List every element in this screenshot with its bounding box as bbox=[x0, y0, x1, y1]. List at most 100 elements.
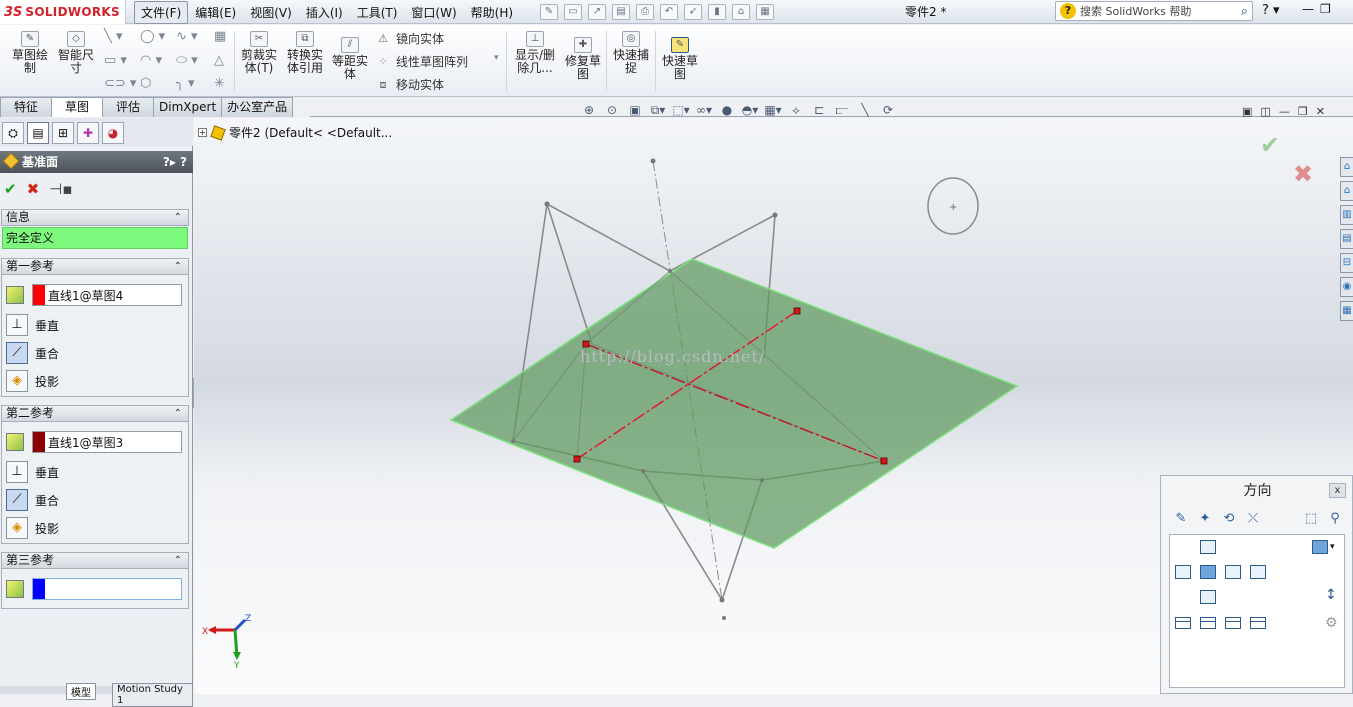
split-icon[interactable]: ◫ bbox=[1260, 105, 1270, 118]
centerline-icon[interactable]: ✳ bbox=[214, 76, 225, 91]
tab-office-products[interactable]: 办公室产品 bbox=[221, 97, 294, 117]
linear-pattern-button[interactable]: ⁘ 线性草图阵列 bbox=[376, 53, 468, 70]
ref1-coincident-option[interactable]: ⟋ 重合 bbox=[6, 342, 59, 364]
top-view-icon[interactable] bbox=[1200, 540, 1216, 554]
zoom-area-icon[interactable]: ⊙ bbox=[603, 102, 621, 118]
line-icon[interactable]: ╲ ▾ bbox=[104, 29, 122, 44]
ref3-section-header[interactable]: 第三参考 ⌃ bbox=[1, 552, 189, 569]
confirmation-cancel-icon[interactable]: ✖ bbox=[1293, 160, 1313, 188]
zoom-to-fit-icon[interactable]: ⊕ bbox=[580, 102, 598, 118]
two-view-vertical-icon[interactable] bbox=[1225, 617, 1241, 629]
restore-icon[interactable]: ❐ bbox=[1320, 2, 1331, 16]
apply-scene-icon[interactable]: ▦▾ bbox=[764, 102, 782, 118]
help-search-input[interactable]: ? 搜索 SolidWorks 帮助 ⌕ bbox=[1055, 1, 1253, 21]
view-orientation-icon[interactable]: ⬚▾ bbox=[672, 102, 690, 118]
open-icon[interactable]: ↗ bbox=[588, 4, 606, 20]
ref2-selection-box[interactable]: 直线1@草图3 bbox=[32, 431, 182, 453]
circle-icon[interactable]: ◯ ▾ bbox=[140, 29, 165, 44]
move-entities-button[interactable]: ⧈ 移动实体 bbox=[376, 76, 445, 93]
link-views-icon[interactable]: ⚙ bbox=[1325, 615, 1338, 631]
options-icon[interactable]: ▦ bbox=[756, 4, 774, 20]
convert-entities-button[interactable]: ⧉ 转换实 体引用 bbox=[284, 31, 326, 75]
rapid-sketch-button[interactable]: ✎ 快速草图 bbox=[658, 37, 702, 81]
quick-snaps-button[interactable]: ◎ 快速捕捉 bbox=[610, 31, 652, 75]
panel-help-icon[interactable]: ?▸ ? bbox=[163, 151, 187, 173]
custom-props-icon[interactable]: ▦ bbox=[1340, 301, 1353, 321]
new-icon[interactable]: ▭ bbox=[564, 4, 582, 20]
pin-icon[interactable]: ✎ bbox=[540, 4, 558, 20]
front-view-icon[interactable] bbox=[1200, 565, 1216, 579]
reset-views-icon[interactable]: ⤬ bbox=[1243, 509, 1263, 529]
smart-dimension-button[interactable]: ◇ 智能尺寸 bbox=[55, 31, 97, 75]
menu-insert[interactable]: 插入(I) bbox=[299, 1, 350, 24]
back-view-icon[interactable] bbox=[1250, 565, 1266, 579]
ref3-selection-box[interactable] bbox=[32, 578, 182, 600]
feature-tree-icon[interactable]: ⛭ bbox=[2, 122, 24, 144]
cancel-x-icon[interactable]: ✖ bbox=[27, 180, 40, 198]
view-selector-icon[interactable]: ⬚ bbox=[1301, 509, 1321, 529]
edit-appearance-icon[interactable]: ◓▾ bbox=[741, 102, 759, 118]
tab-dimxpert[interactable]: DimXpert bbox=[153, 97, 223, 117]
select-icon[interactable]: ➶ bbox=[684, 4, 702, 20]
section-view-icon[interactable]: ⧉▾ bbox=[649, 102, 667, 118]
ref1-section-header[interactable]: 第一参考 ⌃ bbox=[1, 258, 189, 275]
viewport-minimize-icon[interactable]: — bbox=[1279, 105, 1290, 118]
right-view-icon[interactable] bbox=[1225, 565, 1241, 579]
new-view-icon[interactable]: ✦ bbox=[1195, 509, 1215, 529]
normal-to-icon[interactable]: ⫍ bbox=[833, 102, 851, 118]
four-view-icon[interactable] bbox=[1250, 617, 1266, 629]
ref1-perpendicular-option[interactable]: ⊥ 垂直 bbox=[6, 314, 59, 336]
library-icon[interactable]: ▥ bbox=[1340, 205, 1353, 225]
menu-tools[interactable]: 工具(T) bbox=[350, 1, 405, 24]
slot-icon[interactable]: ⊂⊃ ▾ bbox=[104, 76, 136, 91]
undo-icon[interactable]: ↶ bbox=[660, 4, 678, 20]
ref2-project-option[interactable]: ◈ 投影 bbox=[6, 517, 59, 539]
update-view-icon[interactable]: ⟲ bbox=[1219, 509, 1239, 529]
mirror-entities-button[interactable]: ⚠ 镜向实体 bbox=[376, 30, 444, 47]
view-settings-icon[interactable]: ⟡ bbox=[787, 102, 805, 118]
menu-window[interactable]: 窗口(W) bbox=[404, 1, 463, 24]
tab-features[interactable]: 特征 bbox=[0, 97, 53, 117]
bottom-view-icon[interactable] bbox=[1200, 590, 1216, 604]
tab-evaluate[interactable]: 评估 bbox=[102, 97, 155, 117]
info-section-header[interactable]: 信息 ⌃ bbox=[1, 209, 189, 226]
display-delete-relations-button[interactable]: ⊥ 显示/删 除几... bbox=[512, 31, 558, 75]
search-view-icon[interactable]: ⊟ bbox=[1340, 253, 1353, 273]
rectangle-icon[interactable]: ▭ ▾ bbox=[104, 53, 127, 68]
menu-edit[interactable]: 编辑(E) bbox=[188, 1, 243, 24]
reference-plane-preview[interactable] bbox=[449, 258, 1019, 549]
offset-entities-button[interactable]: ⫽ 等距实体 bbox=[330, 37, 370, 81]
text-icon[interactable]: ▦ bbox=[214, 29, 226, 44]
search-icon[interactable]: ⌕ bbox=[1241, 4, 1248, 19]
save-icon[interactable]: ▤ bbox=[612, 4, 630, 20]
ref1-project-option[interactable]: ◈ 投影 bbox=[6, 370, 59, 392]
resources-icon[interactable]: ⌂ bbox=[1340, 157, 1353, 177]
spline-icon[interactable]: ∿ ▾ bbox=[176, 29, 198, 44]
dimxpert-manager-icon[interactable]: ✚ bbox=[77, 122, 99, 144]
single-view-icon[interactable] bbox=[1175, 617, 1191, 629]
home-icon[interactable]: ⌂ bbox=[1340, 181, 1353, 201]
tile-icon[interactable]: ▣ bbox=[1242, 105, 1252, 118]
ellipse-icon[interactable]: ⬭ ▾ bbox=[176, 53, 198, 68]
ref2-section-header[interactable]: 第二参考 ⌃ bbox=[1, 405, 189, 422]
display-style-icon[interactable]: ∞▾ bbox=[695, 102, 713, 118]
ok-check-icon[interactable]: ✔ bbox=[4, 180, 17, 198]
viewport-restore-icon[interactable]: ❐ bbox=[1298, 105, 1308, 118]
tab-model[interactable]: 模型 bbox=[66, 683, 96, 700]
sketch-view-icon[interactable]: ⊏ bbox=[810, 102, 828, 118]
hide-show-icon[interactable]: ● bbox=[718, 102, 736, 118]
ref2-coincident-option[interactable]: ⟋ 重合 bbox=[6, 489, 59, 511]
viewport-close-icon[interactable]: ✕ bbox=[1316, 105, 1325, 118]
config-manager-icon[interactable]: ⊞ bbox=[52, 122, 74, 144]
trim-button[interactable]: ✂ 剪裁实 体(T) bbox=[238, 31, 280, 75]
point-icon[interactable]: △ bbox=[214, 53, 224, 68]
help-icon[interactable]: ? ▾ bbox=[1262, 3, 1280, 18]
confirmation-ok-icon[interactable]: ✔ bbox=[1260, 131, 1280, 159]
orientation-close-icon[interactable]: x bbox=[1329, 483, 1346, 498]
solidworks-logo[interactable]: 3S SOLIDWORKS bbox=[0, 0, 126, 24]
pattern-dropdown-icon[interactable]: ▾ bbox=[494, 53, 499, 63]
view-cube-dropdown-icon[interactable]: ▾ bbox=[1330, 542, 1335, 552]
minimize-icon[interactable]: — bbox=[1302, 2, 1314, 16]
view-cube-icon[interactable] bbox=[1312, 540, 1328, 554]
flyout-feature-tree[interactable]: + 零件2 (Default< <Default... bbox=[198, 124, 392, 141]
